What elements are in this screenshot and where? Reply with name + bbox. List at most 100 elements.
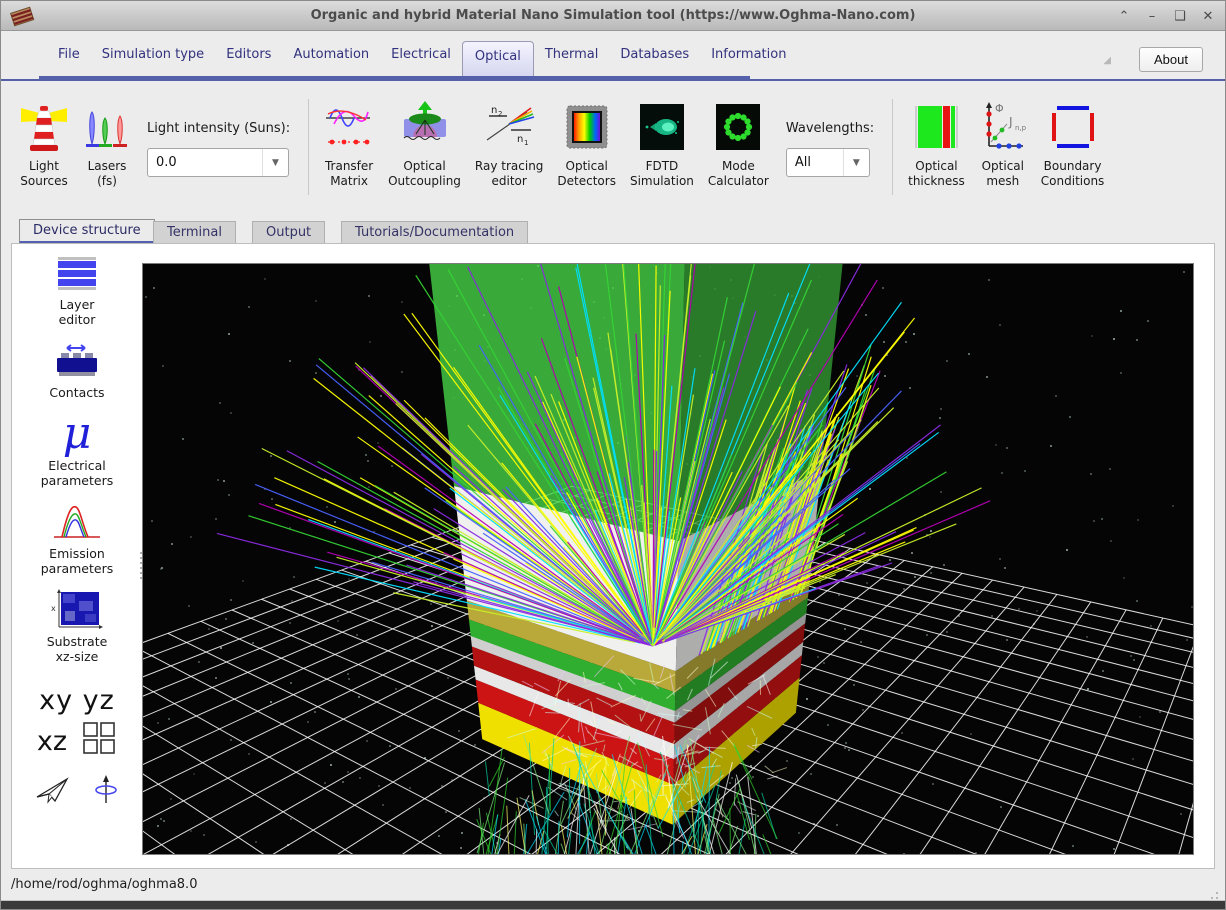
wavelengths-field: Wavelengths: All ▼	[786, 99, 874, 177]
laser-pulses-icon	[84, 99, 130, 155]
light-intensity-label: Light intensity (Suns):	[147, 121, 290, 136]
contact-brick-icon	[53, 340, 101, 382]
device-structure-panel: Layer editor Contacts μ Elec	[11, 243, 1215, 869]
substrate-map-icon: x z	[49, 589, 105, 631]
sidebar-item-contacts[interactable]: Contacts	[49, 340, 104, 400]
optical-detectors-button[interactable]: Optical Detectors	[557, 99, 616, 189]
thickness-stack-icon	[913, 99, 959, 155]
shade-window-button[interactable]: ⌃	[1115, 7, 1133, 25]
light-intensity-combobox[interactable]: 0.0 ▼	[147, 148, 289, 177]
sidebar-label: Substrate xz-size	[47, 634, 108, 664]
minimize-button[interactable]: –	[1143, 7, 1161, 25]
sidebar-item-emission-parameters[interactable]: Emission parameters	[41, 501, 114, 576]
menu-tab-file[interactable]: File	[47, 41, 91, 68]
sidebar-item-layer-editor[interactable]: Layer editor	[54, 252, 100, 327]
svg-text:z: z	[79, 632, 83, 633]
svg-text:n: n	[517, 134, 523, 145]
window-title: Organic and hybrid Material Nano Simulat…	[1, 8, 1225, 23]
svg-text:n: n	[491, 105, 497, 116]
tool-label: Optical Outcoupling	[388, 159, 461, 189]
tab-tutorials-documentation[interactable]: Tutorials/Documentation	[341, 221, 528, 244]
chevron-down-icon: ▼	[843, 149, 869, 176]
wavelengths-combobox[interactable]: All ▼	[786, 148, 870, 177]
toolbar-separator	[308, 99, 309, 195]
toolbar-overflow-icon: ◢	[1103, 55, 1111, 66]
app-window: Organic and hybrid Material Nano Simulat…	[0, 0, 1226, 910]
toolbar-separator	[892, 99, 893, 195]
boundary-conditions-button[interactable]: Boundary Conditions	[1041, 99, 1105, 189]
optical-mesh-button[interactable]: Φ J n,p Optical mesh	[979, 99, 1027, 189]
mode-ring-icon	[714, 99, 762, 155]
tool-label: Optical Detectors	[557, 159, 616, 189]
tool-label: Ray tracing editor	[475, 159, 544, 189]
layers-icon	[54, 252, 100, 294]
mu-icon: μ	[63, 413, 92, 455]
view-xz-button[interactable]: xz	[37, 726, 67, 757]
svg-text:J: J	[1008, 115, 1013, 129]
svg-text:1: 1	[524, 139, 528, 147]
title-bar[interactable]: Organic and hybrid Material Nano Simulat…	[1, 1, 1225, 31]
tab-device-structure[interactable]: Device structure	[19, 219, 155, 244]
menu-tab-simulation-type[interactable]: Simulation type	[91, 41, 215, 68]
light-intensity-value: 0.0	[148, 155, 262, 170]
svg-text:2: 2	[498, 110, 502, 118]
sidebar-item-substrate-xz-size[interactable]: x z Substrate xz-size	[47, 589, 108, 664]
optical-thickness-button[interactable]: Optical thickness	[908, 99, 965, 189]
svg-text:x: x	[51, 604, 56, 613]
svg-text:n,p: n,p	[1015, 124, 1027, 132]
tab-terminal[interactable]: Terminal	[153, 221, 236, 244]
mesh-axes-icon: Φ J n,p	[979, 99, 1027, 155]
status-bar: /home/rod/oghma/oghma8.0	[1, 869, 1225, 900]
detector-chip-icon	[563, 99, 611, 155]
tool-label: Optical thickness	[908, 159, 965, 189]
mode-calculator-button[interactable]: Mode Calculator	[708, 99, 769, 189]
sidebar-item-electrical-parameters[interactable]: μ Electrical parameters	[41, 413, 114, 488]
menu-tab-databases[interactable]: Databases	[609, 41, 700, 68]
optical-toolbar: Light Sources Lasers (fs) Light intensit…	[11, 81, 1215, 211]
fdtd-simulation-button[interactable]: FDTD Simulation	[630, 99, 694, 189]
refraction-icon: n2 n1	[481, 99, 537, 155]
rotate-scene-icon[interactable]	[93, 773, 119, 811]
view-xy-yz-buttons[interactable]: xy yz	[39, 685, 115, 716]
wavelengths-label: Wavelengths:	[786, 121, 874, 136]
menu-bar: File Simulation type Editors Automation …	[1, 31, 1225, 81]
outcoupling-icon	[400, 99, 450, 155]
window-bottom-edge	[1, 900, 1225, 909]
3d-ray-trace-viewport[interactable]	[142, 263, 1194, 855]
tool-label: Boundary Conditions	[1041, 159, 1105, 189]
tool-label: FDTD Simulation	[630, 159, 694, 189]
chevron-down-icon: ▼	[262, 149, 288, 176]
svg-text:Φ: Φ	[995, 102, 1004, 115]
wavelengths-value: All	[787, 155, 843, 170]
menu-tab-automation[interactable]: Automation	[282, 41, 380, 68]
ray-trace-scene	[143, 264, 1193, 854]
optical-outcoupling-button[interactable]: Optical Outcoupling	[388, 99, 461, 189]
menu-tab-information[interactable]: Information	[700, 41, 797, 68]
fly-scene-icon[interactable]	[35, 775, 71, 809]
tool-label: Mode Calculator	[708, 159, 769, 189]
sidebar-label: Layer editor	[59, 297, 96, 327]
menu-tab-optical[interactable]: Optical	[462, 41, 534, 76]
menu-tab-thermal[interactable]: Thermal	[534, 41, 610, 68]
tab-output[interactable]: Output	[252, 221, 325, 244]
sidebar-label: Emission parameters	[41, 546, 114, 576]
light-intensity-field: Light intensity (Suns): 0.0 ▼	[147, 99, 290, 177]
tool-label: Light Sources	[20, 159, 67, 189]
maximize-button[interactable]: ❑	[1171, 7, 1189, 25]
working-directory-path: /home/rod/oghma/oghma8.0	[11, 877, 197, 892]
sidebar-label: Contacts	[49, 385, 104, 400]
about-button[interactable]: About	[1139, 47, 1203, 72]
app-logo-icon	[9, 4, 35, 28]
ray-tracing-editor-button[interactable]: n2 n1 Ray tracing editor	[475, 99, 544, 189]
light-sources-button[interactable]: Light Sources	[18, 99, 70, 189]
lasers-button[interactable]: Lasers (fs)	[84, 99, 130, 189]
menu-tab-electrical[interactable]: Electrical	[380, 41, 462, 68]
tool-label: Lasers (fs)	[88, 159, 127, 189]
transfer-matrix-button[interactable]: Transfer Matrix	[324, 99, 374, 189]
menu-tab-editors[interactable]: Editors	[215, 41, 282, 68]
emission-spectra-icon	[52, 501, 102, 543]
sidebar-label: Electrical parameters	[41, 458, 114, 488]
grid-toggle-icon[interactable]	[81, 720, 117, 763]
view-tab-bar: Device structure Terminal Output Tutoria…	[11, 213, 1215, 244]
close-button[interactable]: ✕	[1199, 7, 1217, 25]
